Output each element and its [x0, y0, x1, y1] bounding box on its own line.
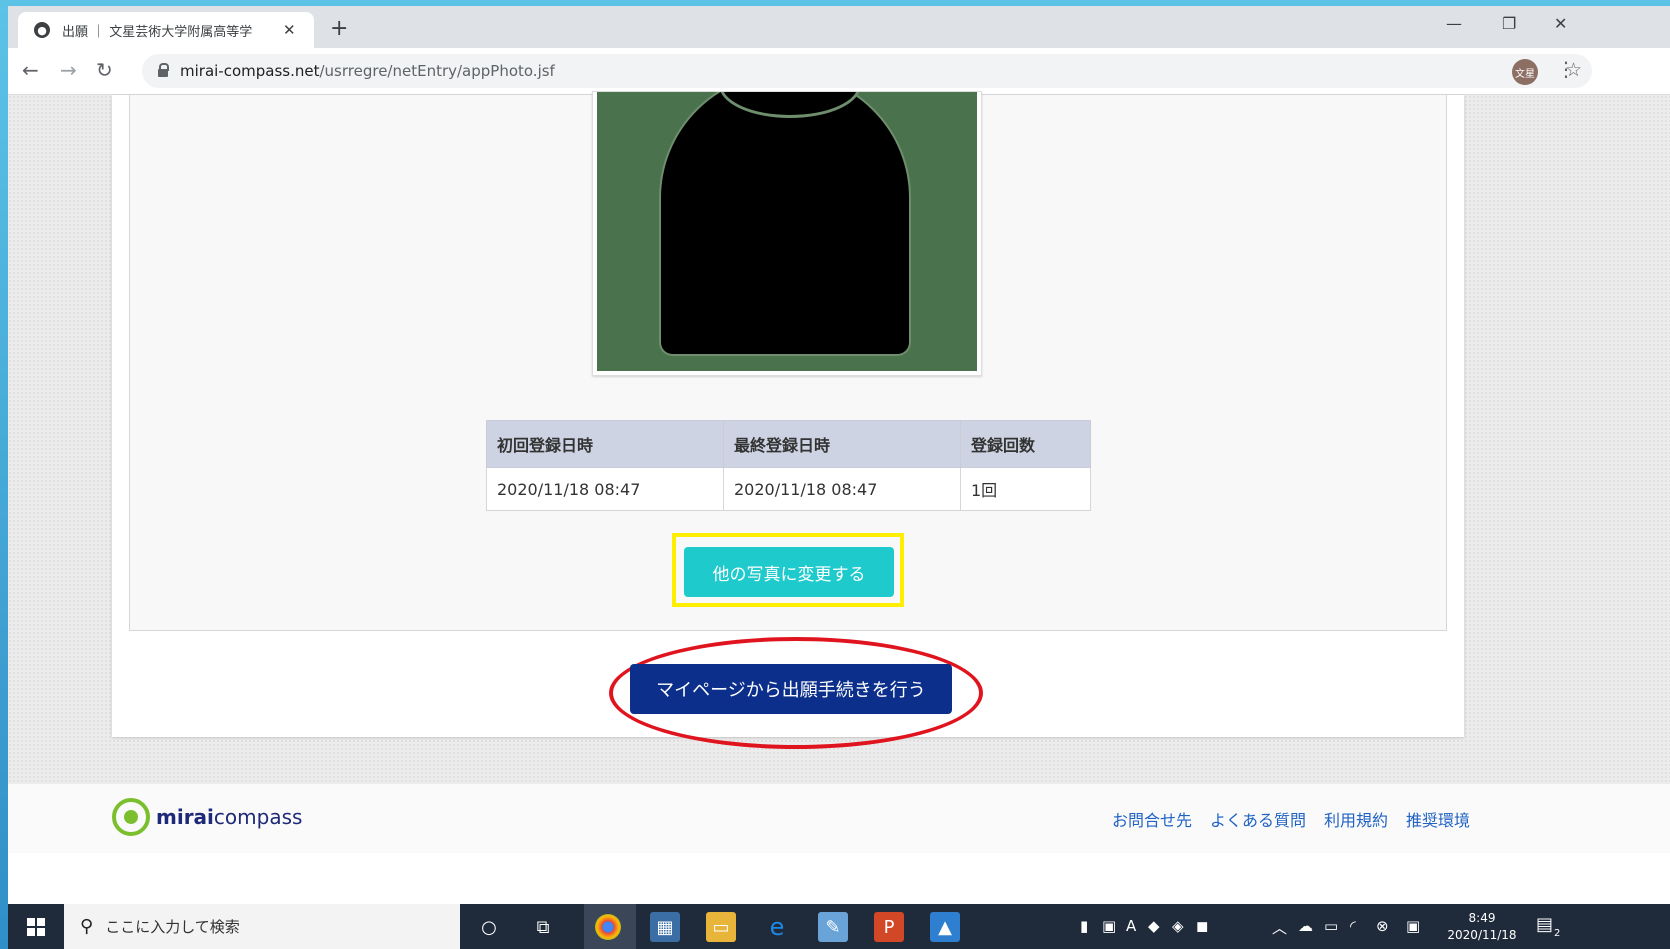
- registration-table: 初回登録日時 最終登録日時 登録回数 2020/11/18 08:47 2020…: [486, 420, 1091, 511]
- header-first-registered: 初回登録日時: [486, 420, 724, 468]
- close-window-button[interactable]: ✕: [1554, 14, 1567, 33]
- table-row: 2020/11/18 08:47 2020/11/18 08:47 1回: [486, 467, 1091, 511]
- box-tray-icon[interactable]: ◼: [1196, 917, 1208, 935]
- photo-panel: 初回登録日時 最終登録日時 登録回数 2020/11/18 08:47 2020…: [129, 91, 1447, 631]
- taskbar-search-box[interactable]: ⚲ ここに入力して検索: [64, 904, 460, 949]
- restore-button[interactable]: ❐: [1502, 14, 1516, 33]
- chrome-icon[interactable]: [595, 914, 621, 940]
- windows-logo-icon: [27, 917, 45, 936]
- volume-muted-icon[interactable]: ⊗: [1376, 917, 1389, 935]
- header-registration-count: 登録回数: [960, 420, 1091, 468]
- desktop: ● 出願 ｜ 文星芸術大学附属高等学 ✕ + — ❐ ✕ ← → ↻ mirai…: [0, 0, 1670, 949]
- notification-center-icon[interactable]: ▤: [1536, 914, 1553, 935]
- onedrive-cloud-icon[interactable]: ☁: [1298, 917, 1313, 935]
- ime-mode-icon[interactable]: ▣: [1406, 917, 1420, 935]
- title-bar: ● 出願 ｜ 文星芸術大学附属高等学 ✕ + — ❐ ✕: [8, 6, 1670, 48]
- photo-frame: [592, 91, 982, 376]
- powerpoint-icon[interactable]: P: [874, 912, 904, 942]
- search-icon: ⚲: [80, 916, 94, 937]
- url-text: mirai-compass.net/usrregre/netEntry/appP…: [180, 62, 555, 80]
- start-button[interactable]: [8, 904, 64, 949]
- file-explorer-icon[interactable]: ▭: [706, 912, 736, 942]
- cell-registration-count: 1回: [960, 467, 1091, 511]
- footer-link-terms[interactable]: 利用規約: [1324, 807, 1388, 831]
- forward-arrow-icon[interactable]: →: [60, 58, 77, 82]
- network-icon[interactable]: ◜: [1350, 917, 1356, 935]
- page-background: 初回登録日時 最終登録日時 登録回数 2020/11/18 08:47 2020…: [8, 91, 1670, 853]
- footer-link-contact[interactable]: お問合せ先: [1112, 807, 1192, 831]
- address-bar[interactable]: mirai-compass.net/usrregre/netEntry/appP…: [142, 54, 1592, 88]
- site-footer: miraicompass お問合せ先 よくある質問 利用規約 推奨環境: [8, 784, 1670, 853]
- footer-link-faq[interactable]: よくある質問: [1210, 807, 1306, 831]
- cat-tray-icon[interactable]: ◆: [1148, 917, 1160, 935]
- header-last-registered: 最終登録日時: [723, 420, 961, 468]
- back-arrow-icon[interactable]: ←: [22, 58, 39, 82]
- reload-icon[interactable]: ↻: [96, 58, 113, 82]
- pdf-tray-icon[interactable]: ▮: [1080, 917, 1088, 935]
- person-silhouette: [659, 92, 911, 356]
- tool-tray-icon[interactable]: ◈: [1172, 917, 1184, 935]
- footer-link-environment[interactable]: 推奨環境: [1406, 807, 1470, 831]
- clock-time: 8:49: [1468, 911, 1496, 925]
- new-tab-button[interactable]: +: [330, 16, 348, 41]
- miraicompass-logo[interactable]: miraicompass: [112, 798, 302, 836]
- app-tray-icon[interactable]: ▣: [1102, 917, 1116, 935]
- change-photo-button[interactable]: 他の写真に変更する: [684, 547, 894, 597]
- show-hidden-icons-chevron-icon[interactable]: ︿: [1272, 917, 1287, 938]
- browser-window: ● 出願 ｜ 文星芸術大学附属高等学 ✕ + — ❐ ✕ ← → ↻ mirai…: [8, 6, 1670, 904]
- calculator-icon[interactable]: ▦: [650, 912, 680, 942]
- logo-mark-icon: [112, 798, 150, 836]
- profile-avatar[interactable]: 文星: [1512, 59, 1538, 85]
- footer-links: お問合せ先 よくある質問 利用規約 推奨環境: [1112, 807, 1470, 831]
- ime-tray-icon[interactable]: A: [1126, 917, 1136, 935]
- logo-text: miraicompass: [156, 805, 303, 829]
- cell-first-registered: 2020/11/18 08:47: [486, 467, 724, 511]
- battery-icon[interactable]: ▭: [1324, 917, 1338, 935]
- paint-icon[interactable]: ✎: [818, 912, 848, 942]
- tab-close-icon[interactable]: ✕: [283, 21, 296, 39]
- lock-icon: [158, 63, 169, 77]
- globe-icon: ●: [34, 22, 50, 38]
- edge-icon[interactable]: e: [762, 912, 792, 942]
- content-card: 初回登録日時 最終登録日時 登録回数 2020/11/18 08:47 2020…: [112, 91, 1464, 749]
- notification-count-badge: 2: [1554, 928, 1561, 939]
- browser-toolbar: ← → ↻ mirai-compass.net/usrregre/netEntr…: [8, 48, 1670, 95]
- windows-taskbar: ⚲ ここに入力して検索 ○ ⧉ ▦ ▭ e ✎ P ▲ ▮ ▣ A ◆ ◈ ◼ …: [8, 904, 1670, 949]
- clock-date: 2020/11/18: [1447, 928, 1517, 942]
- apply-from-mypage-button[interactable]: マイページから出願手続きを行う: [630, 664, 952, 714]
- cell-last-registered: 2020/11/18 08:47: [723, 467, 961, 511]
- task-view-icon[interactable]: ⧉: [528, 912, 558, 942]
- table-header-row: 初回登録日時 最終登録日時 登録回数: [486, 420, 1091, 468]
- taskbar-clock[interactable]: 8:49 2020/11/18: [1442, 910, 1522, 944]
- tab-title: 出願 ｜ 文星芸術大学附属高等学: [62, 24, 253, 40]
- photos-icon[interactable]: ▲: [930, 912, 960, 942]
- minimize-button[interactable]: —: [1446, 14, 1462, 33]
- menu-dots-icon[interactable]: ⋮: [1556, 57, 1576, 81]
- cortana-icon[interactable]: ○: [474, 912, 504, 942]
- applicant-photo: [597, 92, 977, 371]
- browser-tab[interactable]: ● 出願 ｜ 文星芸術大学附属高等学 ✕: [18, 12, 314, 48]
- search-placeholder: ここに入力して検索: [105, 918, 240, 936]
